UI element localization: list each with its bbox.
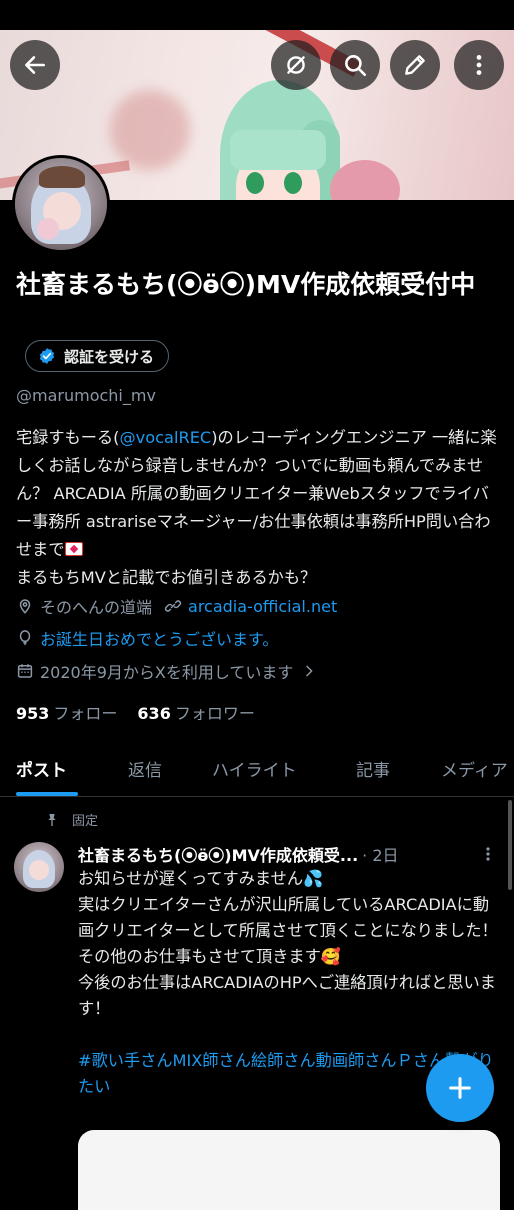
profile-avatar[interactable] [12, 155, 110, 253]
active-tab-indicator [16, 792, 78, 796]
scrollbar[interactable] [508, 800, 512, 890]
joined-date: 2020年9月からXを利用しています [40, 663, 294, 682]
bio-mention-link[interactable]: @vocalREC [119, 428, 211, 447]
profile-bio: 宅録すもーる(@vocalREC)のレコーディングエンジニア 一緒に楽しくお話し… [16, 424, 504, 592]
chevron-right-icon [306, 665, 313, 677]
get-verified-button[interactable]: 認証を受ける [25, 340, 170, 372]
profile-tabs: ポスト 返信 ハイライト 記事 メディア [0, 742, 514, 797]
pin-icon [48, 813, 56, 826]
link-icon [164, 600, 182, 612]
love-letter-icon [64, 542, 83, 556]
post-line: 実はクリエイターさんが沢山所属しているARCADIAに動画クリエイターとして所属… [78, 895, 498, 966]
location-text: そのへんの道端 [40, 598, 153, 617]
bio-text: )のレコーディングエンジニア 一緒に楽しくお話しながら録音しませんか？ついでに動… [16, 428, 497, 559]
arrow-left-icon [25, 56, 45, 74]
user-handle: @marumochi_mv [16, 386, 156, 405]
plus-icon [449, 1077, 471, 1099]
more-options-button[interactable] [454, 40, 504, 90]
birthday-message[interactable]: お誕生日おめでとうございます。 [40, 626, 278, 650]
birthday-row: お誕生日おめでとうございます。 [16, 626, 278, 650]
pinned-indicator: 固定 [44, 810, 98, 829]
translate-toggle-button[interactable] [271, 40, 321, 90]
verified-badge-icon [39, 348, 55, 364]
post-header: 社畜まるもち(⦿ӫ⦿)MV作成依頼受... · 2日 [78, 842, 498, 866]
followers-link[interactable]: 636 フォロワー [137, 700, 254, 724]
following-count: 953 [16, 704, 50, 723]
tab-media[interactable]: メディア [441, 756, 508, 781]
post-line: お知らせが遅くってすみません💦 [78, 869, 324, 888]
location-pin-icon [19, 599, 31, 614]
bio-text: 宅録すもーる( [16, 428, 120, 447]
website-link[interactable]: arcadia-official.net [188, 597, 337, 616]
following-link[interactable]: 953 フォロー [16, 700, 117, 724]
more-vertical-icon [476, 55, 482, 75]
followers-count: 636 [137, 704, 171, 723]
balloon-icon [19, 630, 31, 646]
tab-posts[interactable]: ポスト [16, 756, 67, 781]
pencil-icon [405, 55, 425, 75]
post-media-preview[interactable] [78, 1130, 500, 1210]
search-icon [345, 55, 367, 77]
following-label: フォロー [53, 704, 118, 723]
get-verified-label: 認証を受ける [64, 347, 155, 366]
edit-button[interactable] [390, 40, 440, 90]
joined-row[interactable]: 2020年9月からXを利用しています [16, 659, 323, 683]
post-time[interactable]: · 2日 [362, 842, 398, 866]
compose-post-button[interactable] [426, 1054, 494, 1122]
bio-text: まるもちMVと記載でお値引きあるかも？ [16, 568, 317, 587]
status-bar [0, 0, 514, 30]
tab-articles[interactable]: 記事 [356, 756, 390, 781]
post-author-avatar[interactable] [14, 842, 64, 892]
search-button[interactable] [330, 40, 380, 90]
followers-label: フォロワー [174, 704, 255, 723]
profile-meta-row: そのへんの道端 arcadia-official.net [16, 594, 337, 618]
post-more-icon[interactable] [478, 846, 498, 862]
post-author-name[interactable]: 社畜まるもち(⦿ӫ⦿)MV作成依頼受... [78, 842, 358, 866]
back-button[interactable] [10, 40, 60, 90]
pinned-label: 固定 [72, 814, 99, 829]
calendar-icon [17, 664, 33, 678]
no-translate-icon [287, 56, 305, 74]
post-line: 今後のお仕事はARCADIAのHPへご連絡頂ければと思います！ [78, 973, 496, 1018]
follow-stats: 953 フォロー 636 フォロワー [16, 700, 255, 724]
display-name: 社畜まるもち(⦿ӫ⦿)MV作成依頼受付中 [16, 270, 476, 299]
tab-replies[interactable]: 返信 [128, 756, 162, 781]
tab-highlights[interactable]: ハイライト [212, 756, 297, 781]
